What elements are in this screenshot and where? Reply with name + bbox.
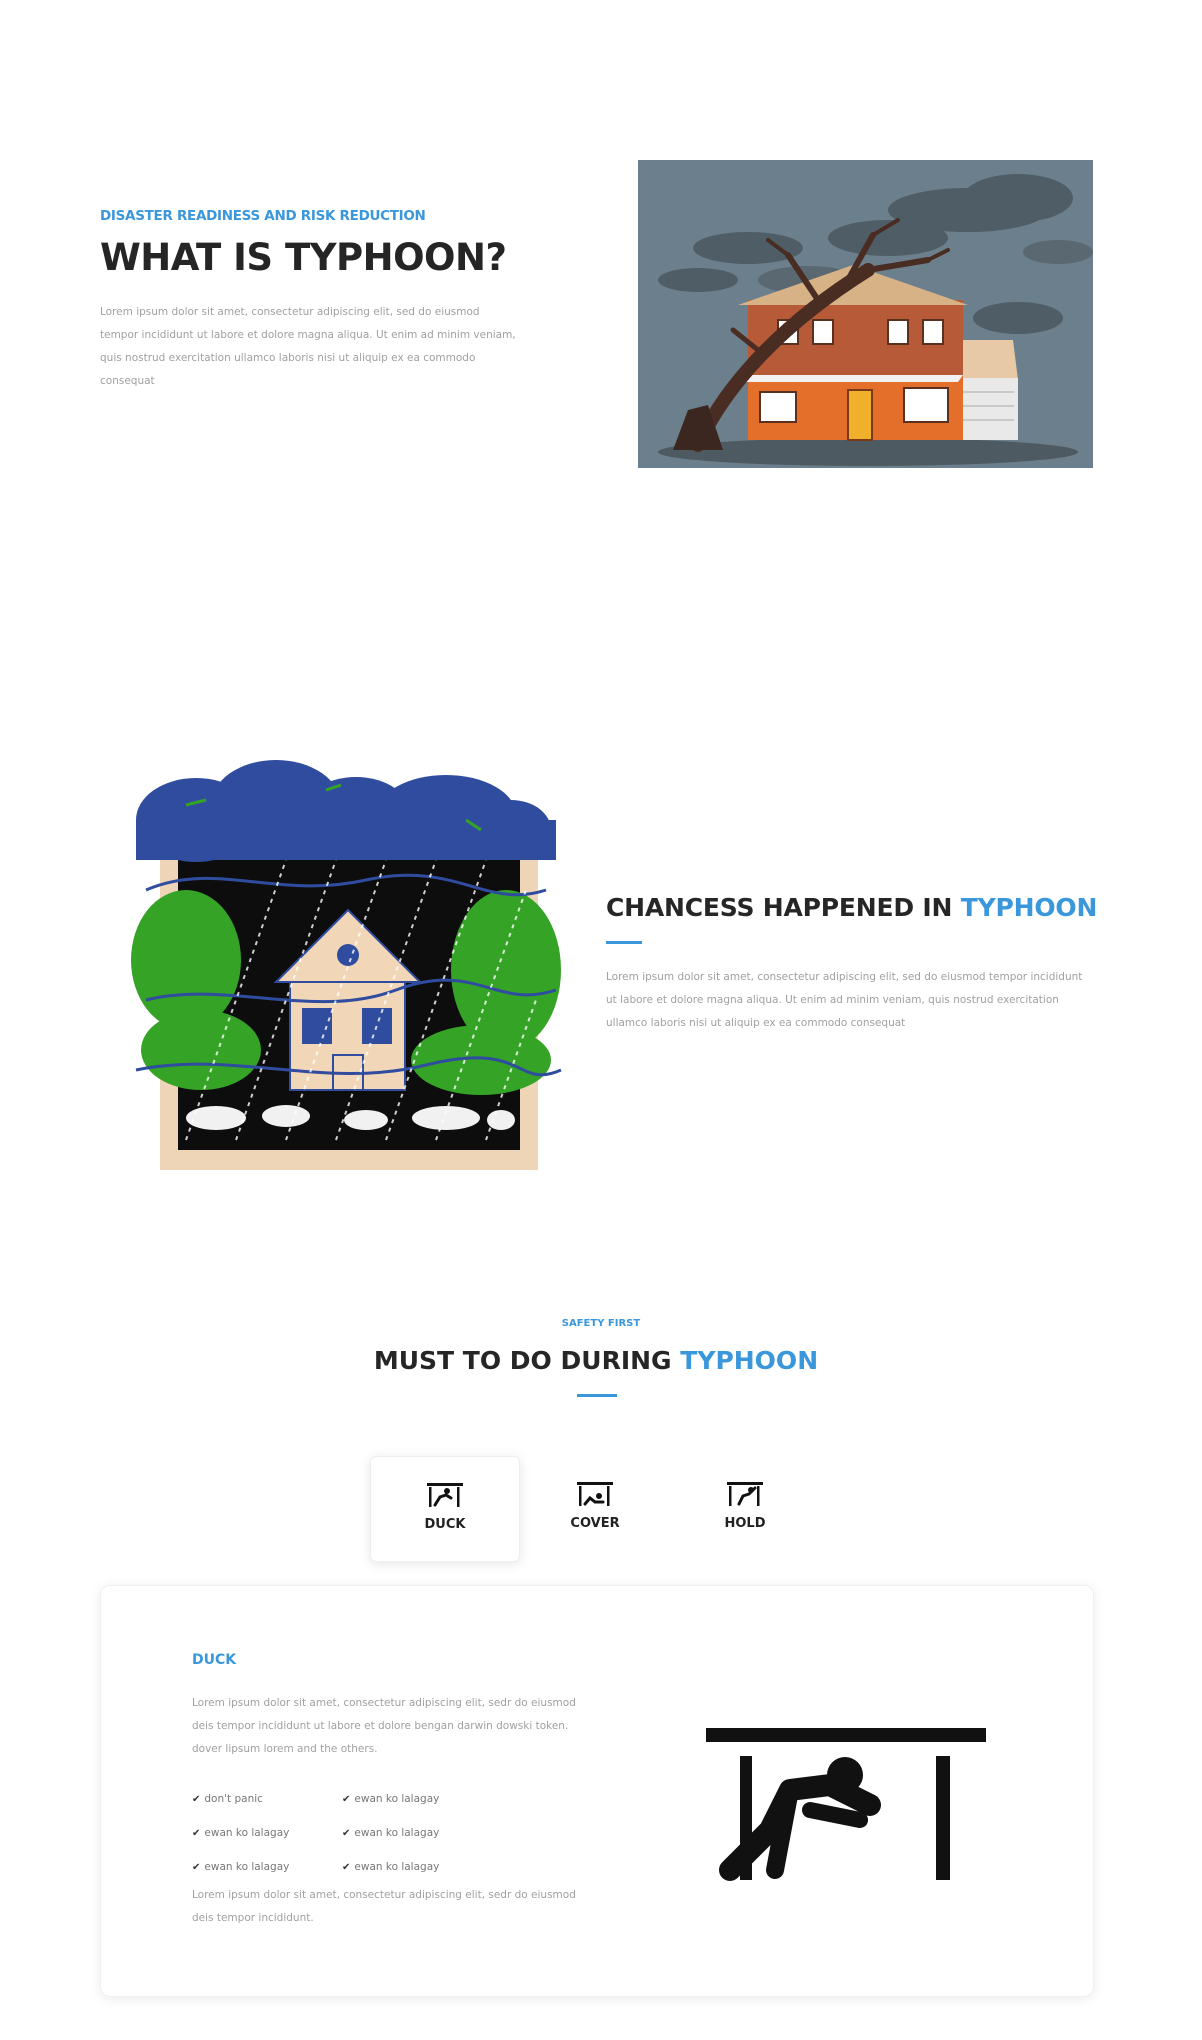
- card-title: DUCK: [192, 1652, 237, 1668]
- typhoon-storm-illustration: [126, 760, 566, 1180]
- heading-underline: [606, 941, 642, 944]
- chances-heading-main: CHANCESS HAPPENED IN: [606, 893, 961, 922]
- intro-paragraph: Lorem ipsum dolor sit amet, consectetur …: [100, 306, 516, 387]
- chances-paragraph: Lorem ipsum dolor sit amet, consectetur …: [606, 971, 1083, 1029]
- tab-duck[interactable]: DUCK: [370, 1456, 521, 1562]
- checklist-item: ewan ko lalagay: [192, 1827, 342, 1839]
- card-paragraph-secondary: Lorem ipsum dolor sit amet, consectetur …: [192, 1889, 576, 1924]
- tab-cover[interactable]: COVER: [520, 1456, 670, 1562]
- checklist-item: ewan ko lalagay: [342, 1827, 492, 1839]
- checklist-item: don't panic: [192, 1793, 342, 1805]
- checklist: don't panic ewan ko lalagay ewan ko lala…: [192, 1782, 522, 1884]
- tab-cover-label: COVER: [570, 1516, 620, 1531]
- checklist-item: ewan ko lalagay: [342, 1793, 492, 1805]
- checklist-item: ewan ko lalagay: [342, 1861, 492, 1873]
- action-tabs: DUCK COVER HOLD: [370, 1456, 820, 1562]
- hold-icon: [727, 1482, 764, 1506]
- chances-heading: CHANCESS HAPPENED IN TYPHOON: [606, 893, 1097, 922]
- must-do-heading: MUST TO DO DURING TYPHOON: [0, 1346, 1192, 1375]
- card-paragraph: Lorem ipsum dolor sit amet, consectetur …: [192, 1697, 576, 1755]
- tab-duck-label: DUCK: [424, 1517, 466, 1532]
- cover-icon: [577, 1482, 614, 1506]
- must-do-heading-accent: TYPHOON: [680, 1346, 819, 1375]
- page-title: WHAT IS TYPHOON?: [100, 236, 507, 279]
- tab-hold[interactable]: HOLD: [670, 1456, 820, 1562]
- duck-illustration: [700, 1720, 990, 1890]
- tab-hold-label: HOLD: [724, 1516, 766, 1531]
- typhoon-house-illustration: [638, 160, 1093, 468]
- checklist-row: don't panic ewan ko lalagay: [192, 1782, 522, 1816]
- checklist-row: ewan ko lalagay ewan ko lalagay: [192, 1816, 522, 1850]
- duck-icon: [427, 1483, 463, 1507]
- safety-eyebrow: SAFETY FIRST: [561, 1318, 641, 1329]
- checklist-item: ewan ko lalagay: [192, 1861, 342, 1873]
- checklist-row: ewan ko lalagay ewan ko lalagay: [192, 1850, 522, 1884]
- heading-underline: [577, 1394, 617, 1397]
- must-do-heading-main: MUST TO DO DURING: [373, 1346, 681, 1375]
- chances-heading-accent: TYPHOON: [960, 893, 1098, 922]
- section-eyebrow: DISASTER READINESS AND RISK REDUCTION: [100, 208, 426, 224]
